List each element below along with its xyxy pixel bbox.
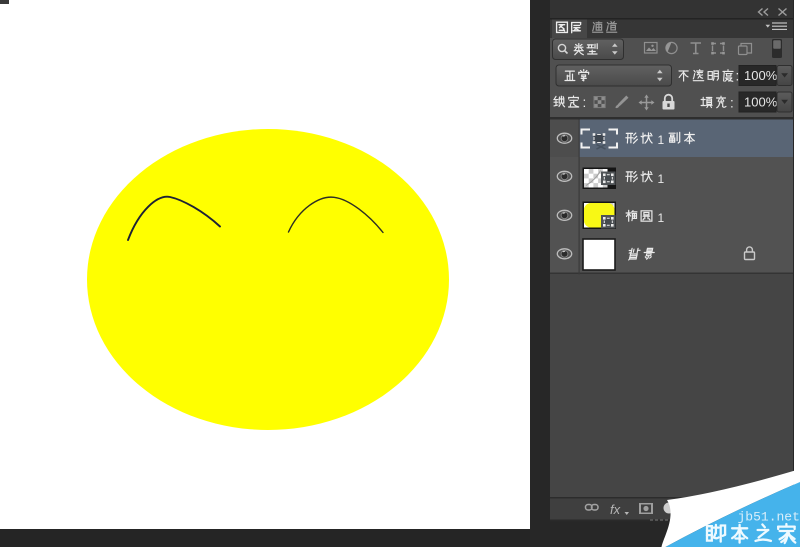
svg-text:100%: 100% <box>744 95 778 110</box>
svg-text:1: 1 <box>658 172 665 186</box>
svg-text::: : <box>730 96 734 111</box>
svg-text:100%: 100% <box>744 68 778 83</box>
svg-text:1: 1 <box>658 211 665 225</box>
svg-text::: : <box>583 95 587 110</box>
svg-text:jb51.net: jb51.net <box>738 510 800 525</box>
svg-text:1: 1 <box>658 133 665 147</box>
svg-text:fx: fx <box>610 502 621 517</box>
